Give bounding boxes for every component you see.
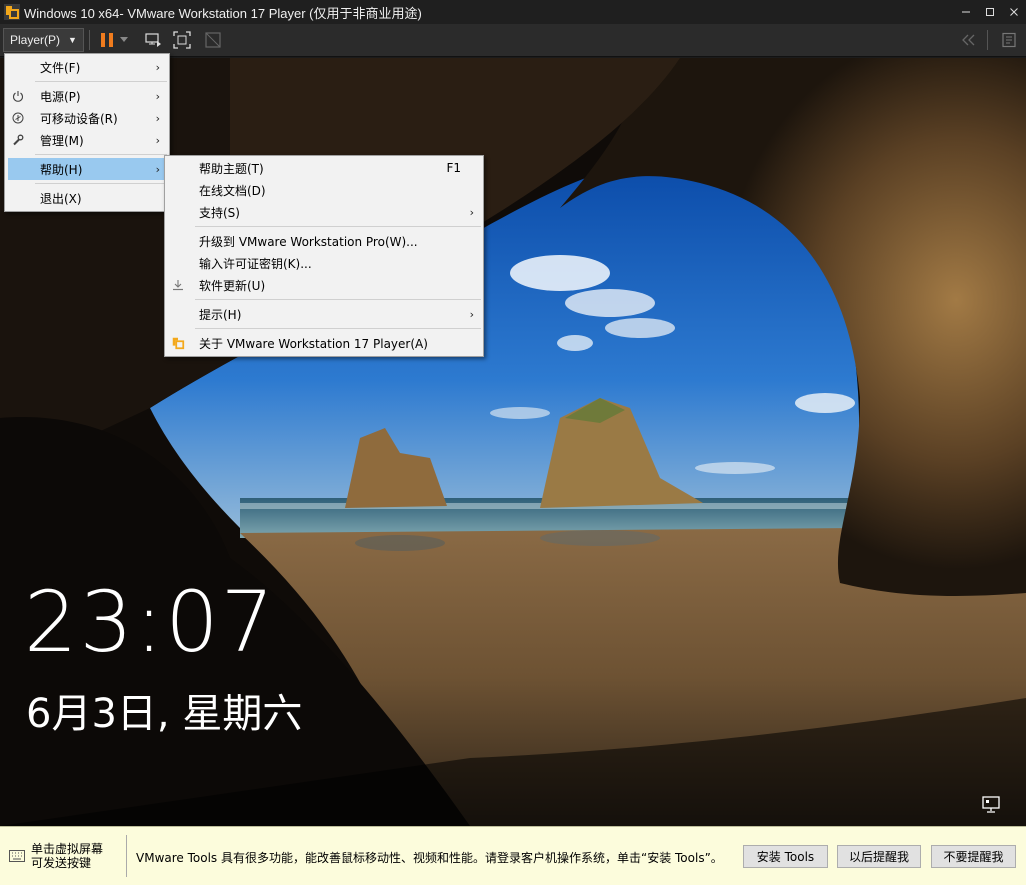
menu-separator [165,325,483,332]
send-ctrl-alt-del-icon[interactable] [142,29,164,51]
menu-item-label: 提示(H) [199,307,242,322]
menu-item-label: 支持(S) [199,205,240,220]
keyboard-hint-line2: 可发送按键 [31,856,92,870]
menu-item-support[interactable]: 支持(S) › [165,201,483,223]
menu-separator [5,78,169,85]
menu-item-label: 可移动设备(R) [40,111,118,126]
menu-item-help-topics[interactable]: 帮助主题(T) F1 [165,157,483,179]
unity-icon[interactable] [202,29,224,51]
never-remind-button[interactable]: 不要提醒我 [931,845,1016,868]
library-icon[interactable] [998,29,1020,51]
menu-item-label: 关于 VMware Workstation 17 Player(A) [199,336,428,351]
menu-item-software-update[interactable]: 软件更新(U) [165,274,483,296]
menu-item-label: 退出(X) [40,191,82,206]
notification-message: VMware Tools 具有很多功能，能改善鼠标移动性、视频和性能。请登录客户… [136,851,723,865]
lock-screen-time: 23:07 [24,573,277,671]
maximize-icon[interactable] [978,0,1002,24]
network-icon[interactable] [982,796,1002,814]
menu-item-label: 帮助主题(T) [199,161,264,176]
close-icon[interactable] [1002,0,1026,24]
menu-item-online-docs[interactable]: 在线文档(D) [165,179,483,201]
menu-item-label: 输入许可证密钥(K)... [199,256,312,271]
window-controls [954,0,1026,24]
menu-item-hints[interactable]: 提示(H) › [165,303,483,325]
lock-screen-date: 6月3日, 星期六 [26,691,303,737]
vmware-logo-icon[interactable] [4,4,20,20]
toolbar-divider [89,30,90,50]
power-icon [11,89,25,103]
menu-separator [5,151,169,158]
shortcut-label: F1 [446,161,461,175]
keyboard-icon [9,850,25,862]
chevron-right-icon: › [155,60,160,74]
menu-item-label: 升级到 VMware Workstation Pro(W)... [199,234,418,249]
chevron-right-icon: › [155,133,160,147]
remind-later-button[interactable]: 以后提醒我 [837,845,921,868]
menu-item-label: 在线文档(D) [199,183,266,198]
collapse-icon[interactable] [958,29,980,51]
notification-divider [126,835,127,877]
menu-item-label: 帮助(H) [40,162,83,177]
pause-dropdown-chevron-icon[interactable] [118,29,130,51]
removable-devices-icon [11,111,25,125]
player-menu-label: Player(P) [10,33,61,47]
toolbar-divider [987,30,988,50]
vmware-tools-notification-bar: 单击虚拟屏幕 可发送按键 VMware Tools 具有很多功能，能改善鼠标移动… [0,826,1026,885]
keyboard-hint[interactable]: 单击虚拟屏幕 可发送按键 [31,842,103,870]
menu-item-label: 软件更新(U) [199,278,266,293]
chevron-right-icon: › [469,307,474,321]
pause-icon[interactable] [96,29,118,51]
menu-item-file[interactable]: 文件(F) › [5,56,169,78]
chevron-right-icon: › [155,162,160,176]
menu-separator [5,180,169,187]
window-title: Windows 10 x64- VMware Workstation 17 Pl… [24,5,422,21]
player-menu: 文件(F) › 电源(P) › 可移动设备(R) › 管理(M) › 帮助(H)… [4,53,170,212]
fullscreen-icon[interactable] [171,29,193,51]
download-icon [171,278,185,292]
menu-item-upgrade[interactable]: 升级到 VMware Workstation Pro(W)... [165,230,483,252]
menu-item-manage[interactable]: 管理(M) › [5,129,169,151]
player-menu-button[interactable]: Player(P) ▼ [3,28,84,52]
menu-item-help[interactable]: 帮助(H) › [8,158,166,180]
chevron-right-icon: › [469,205,474,219]
minimize-icon[interactable] [954,0,978,24]
menu-separator [165,296,483,303]
menu-item-label: 管理(M) [40,133,84,148]
menu-item-exit[interactable]: 退出(X) [5,187,169,209]
menu-item-label: 电源(P) [40,89,81,104]
title-bar: Windows 10 x64- VMware Workstation 17 Pl… [0,0,1026,24]
keyboard-hint-line1: 单击虚拟屏幕 [31,842,104,856]
vmware-logo-icon [171,336,185,350]
menu-item-license-key[interactable]: 输入许可证密钥(K)... [165,252,483,274]
menu-item-power[interactable]: 电源(P) › [5,85,169,107]
chevron-right-icon: › [155,89,160,103]
wrench-icon [11,133,25,147]
help-submenu: 帮助主题(T) F1 在线文档(D) 支持(S) › 升级到 VMware Wo… [164,155,484,357]
install-tools-button[interactable]: 安装 Tools [743,845,828,868]
chevron-right-icon: › [155,111,160,125]
menu-item-about[interactable]: 关于 VMware Workstation 17 Player(A) [165,332,483,354]
menu-separator [165,223,483,230]
menu-item-label: 文件(F) [40,60,81,75]
menu-item-removable-devices[interactable]: 可移动设备(R) › [5,107,169,129]
chevron-down-icon: ▼ [68,35,77,45]
